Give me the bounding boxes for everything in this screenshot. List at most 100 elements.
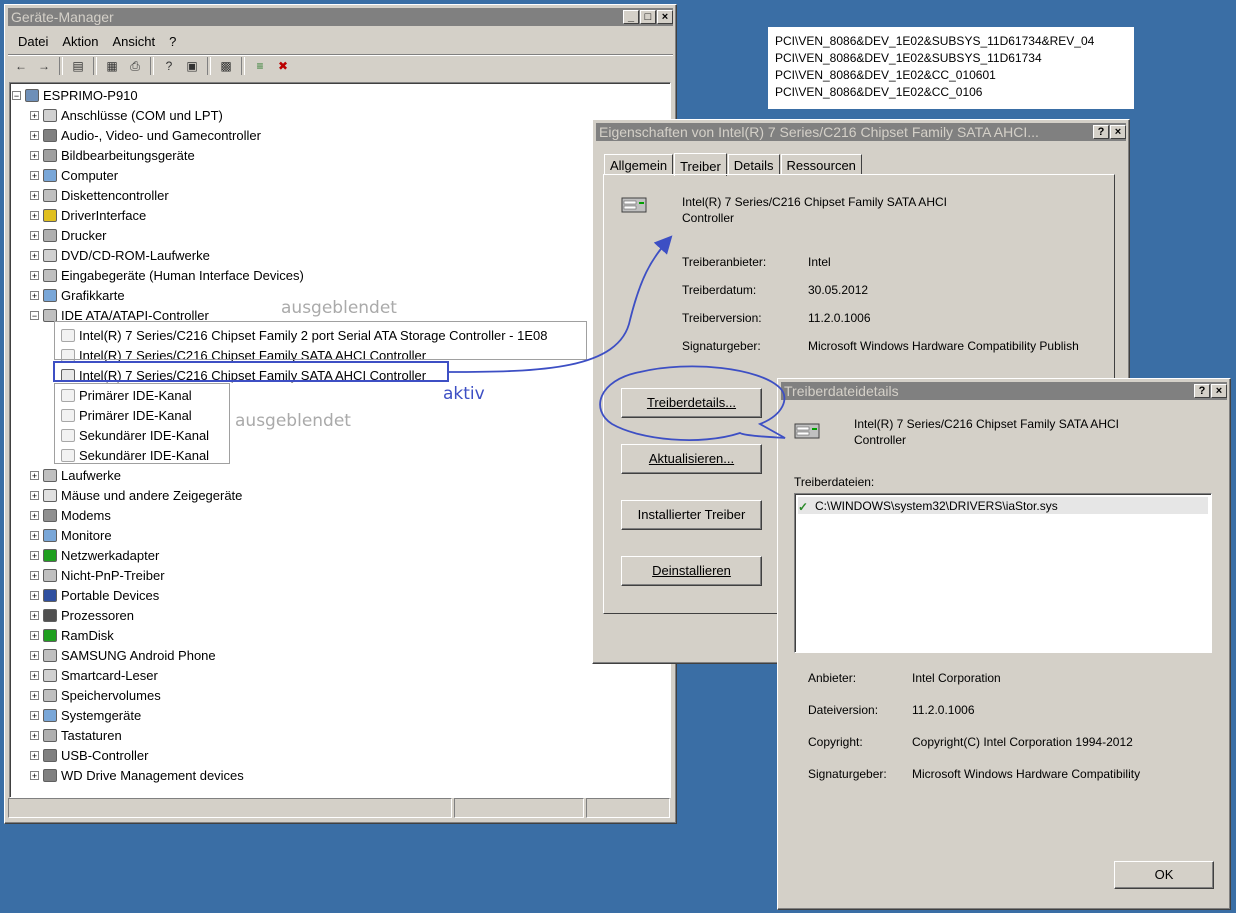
tree-category[interactable]: + WD Drive Management devices	[30, 765, 244, 785]
expand-icon[interactable]: +	[30, 750, 39, 760]
tree-category[interactable]: + Grafikkarte	[30, 285, 125, 305]
driver-details-titlebar[interactable]: Treiberdateidetails ? ×	[781, 382, 1227, 400]
expand-icon[interactable]: +	[30, 630, 39, 640]
hardware-id-line: PCI\VEN_8086&DEV_1E02&CC_0106	[775, 85, 983, 99]
expand-icon[interactable]: +	[30, 210, 39, 220]
driver-details-button[interactable]: Treiberdetails...	[621, 388, 762, 418]
properties-device-name: Intel(R) 7 Series/C216 Chipset Family SA…	[682, 195, 947, 209]
tree-category[interactable]: + SAMSUNG Android Phone	[30, 645, 216, 665]
help-button[interactable]: ?	[1093, 125, 1109, 139]
tree-category[interactable]: + Drucker	[30, 225, 107, 245]
tab-details[interactable]: Details	[727, 154, 780, 175]
device-category-icon	[43, 188, 57, 202]
tree-node-label: Laufwerke	[61, 467, 121, 483]
expand-icon[interactable]: +	[30, 170, 39, 180]
expand-icon[interactable]: +	[30, 230, 39, 240]
expand-icon[interactable]: +	[30, 690, 39, 700]
update-driver-icon[interactable]: ≡	[250, 57, 270, 75]
tree-category[interactable]: + Diskettencontroller	[30, 185, 169, 205]
tree-category[interactable]: + Anschlüsse (COM und LPT)	[30, 105, 223, 125]
back-icon[interactable]: ←	[11, 57, 31, 75]
tree-category[interactable]: + Mäuse und andere Zeigegeräte	[30, 485, 242, 505]
expand-icon[interactable]: +	[30, 190, 39, 200]
tree-category[interactable]: + RamDisk	[30, 625, 114, 645]
expand-icon[interactable]: +	[30, 470, 39, 480]
expand-icon[interactable]: +	[30, 610, 39, 620]
update-driver-button[interactable]: Aktualisieren...	[621, 444, 762, 474]
expand-icon[interactable]: +	[30, 270, 39, 280]
properties-titlebar[interactable]: Eigenschaften von Intel(R) 7 Series/C216…	[596, 123, 1126, 141]
expand-icon[interactable]: +	[30, 130, 39, 140]
tree-category[interactable]: + Portable Devices	[30, 585, 159, 605]
collapse-icon[interactable]: −	[12, 90, 21, 100]
console-tree-icon[interactable]: ▤	[68, 57, 88, 75]
device-category-icon	[43, 148, 57, 162]
tab-allgemein[interactable]: Allgemein	[604, 154, 674, 175]
hidden-devices-box-bottom	[54, 383, 230, 464]
collapse-icon[interactable]: −	[30, 310, 39, 320]
expand-icon[interactable]: +	[30, 490, 39, 500]
expand-icon[interactable]: +	[30, 590, 39, 600]
expand-icon[interactable]: +	[30, 570, 39, 580]
forward-icon[interactable]: →	[34, 57, 54, 75]
tree-category[interactable]: + Computer	[30, 165, 118, 185]
installed-driver-button[interactable]: Installierter Treiber	[621, 500, 762, 530]
menu-aktion[interactable]: Aktion	[55, 34, 105, 49]
close-button[interactable]: ×	[1110, 125, 1126, 139]
tree-category[interactable]: + Tastaturen	[30, 725, 122, 745]
tree-category[interactable]: + Speichervolumes	[30, 685, 161, 705]
menu-datei[interactable]: Datei	[11, 34, 55, 49]
tree-category[interactable]: + Eingabegeräte (Human Interface Devices)	[30, 265, 304, 285]
close-button[interactable]: ×	[657, 10, 673, 24]
device-manager-titlebar[interactable]: Geräte-Manager _ □ ×	[8, 8, 673, 26]
tree-category[interactable]: + Nicht-PnP-Treiber	[30, 565, 165, 585]
help-button[interactable]: ?	[1194, 384, 1210, 398]
field-value: 30.05.2012	[808, 283, 869, 297]
tree-category[interactable]: + Systemgeräte	[30, 705, 141, 725]
expand-icon[interactable]: +	[30, 150, 39, 160]
device-category-icon	[43, 768, 57, 782]
help-icon[interactable]: ?	[159, 57, 179, 75]
tree-category[interactable]: + Smartcard-Leser	[30, 665, 158, 685]
expand-icon[interactable]: +	[30, 530, 39, 540]
properties-icon[interactable]: ▦	[102, 57, 122, 75]
close-button[interactable]: ×	[1211, 384, 1227, 398]
uninstall-icon[interactable]: ✖	[273, 57, 293, 75]
tree-category[interactable]: + Netzwerkadapter	[30, 545, 159, 565]
expand-icon[interactable]: +	[30, 110, 39, 120]
tree-category[interactable]: + Monitore	[30, 525, 112, 545]
driver-files-list[interactable]: ✓ C:\WINDOWS\system32\DRIVERS\iaStor.sys	[794, 493, 1212, 653]
expand-icon[interactable]: +	[30, 670, 39, 680]
menu-help[interactable]: ?	[162, 34, 183, 49]
tree-category[interactable]: + Laufwerke	[30, 465, 121, 485]
tree-category[interactable]: + USB-Controller	[30, 745, 148, 765]
expand-icon[interactable]: +	[30, 730, 39, 740]
export-icon[interactable]: ▣	[182, 57, 202, 75]
print-icon[interactable]: ⎙	[125, 57, 145, 75]
maximize-button[interactable]: □	[640, 10, 656, 24]
tree-category[interactable]: + Modems	[30, 505, 111, 525]
tree-category[interactable]: + Audio-, Video- und Gamecontroller	[30, 125, 261, 145]
expand-icon[interactable]: +	[30, 510, 39, 520]
scan-hardware-icon[interactable]: ▩	[216, 57, 236, 75]
tab-treiber[interactable]: Treiber	[674, 153, 727, 176]
field-value: Intel	[808, 255, 831, 269]
tree-category[interactable]: + Prozessoren	[30, 605, 134, 625]
list-item[interactable]: ✓ C:\WINDOWS\system32\DRIVERS\iaStor.sys	[798, 497, 1208, 514]
expand-icon[interactable]: +	[30, 650, 39, 660]
tree-root[interactable]: − ESPRIMO-P910	[12, 85, 138, 105]
menu-ansicht[interactable]: Ansicht	[106, 34, 163, 49]
tab-ressourcen[interactable]: Ressourcen	[780, 154, 862, 175]
expand-icon[interactable]: +	[30, 290, 39, 300]
expand-icon[interactable]: +	[30, 550, 39, 560]
tree-category[interactable]: + DVD/CD-ROM-Laufwerke	[30, 245, 210, 265]
uninstall-button[interactable]: Deinstallieren	[621, 556, 762, 586]
tree-category[interactable]: + DriverInterface	[30, 205, 146, 225]
tree-category[interactable]: + Bildbearbeitungsgeräte	[30, 145, 195, 165]
expand-icon[interactable]: +	[30, 710, 39, 720]
field-value: 11.2.0.1006	[912, 703, 975, 717]
expand-icon[interactable]: +	[30, 770, 39, 780]
ok-button[interactable]: OK	[1114, 861, 1214, 889]
expand-icon[interactable]: +	[30, 250, 39, 260]
minimize-button[interactable]: _	[623, 10, 639, 24]
